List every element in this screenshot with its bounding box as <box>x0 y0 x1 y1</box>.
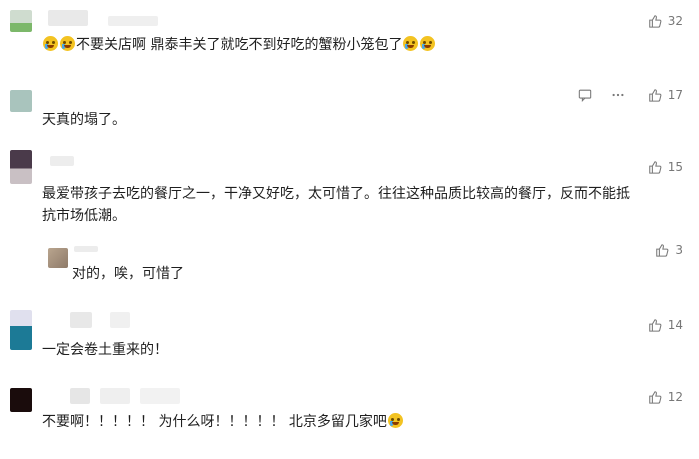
more-icon[interactable] <box>611 88 625 102</box>
username[interactable] <box>70 388 90 404</box>
avatar[interactable] <box>10 10 32 32</box>
username-extra <box>110 312 130 328</box>
thumbs-up-icon <box>648 89 662 102</box>
username-extra <box>140 388 180 404</box>
like-button[interactable]: 17 <box>648 88 683 102</box>
like-button[interactable]: 3 <box>655 243 683 257</box>
thumbs-up-icon <box>648 391 662 404</box>
avatar[interactable] <box>10 90 32 112</box>
username-extra <box>108 16 158 26</box>
like-count: 17 <box>667 88 683 102</box>
like-button[interactable]: 32 <box>648 14 683 28</box>
like-count: 32 <box>667 14 683 28</box>
like-count: 14 <box>667 318 683 332</box>
thumbs-up-icon <box>648 15 662 28</box>
like-button[interactable]: 15 <box>648 160 683 174</box>
comment-text: 一定会卷土重来的！ <box>42 342 168 358</box>
avatar[interactable] <box>10 388 32 412</box>
like-button[interactable]: 12 <box>648 390 683 404</box>
comment-text-line-1: 最爱带孩子去吃的餐厅之一，干净又好吃，太可惜了。往往这种品质比较高的餐厅，反而不… <box>42 186 630 202</box>
thumbs-up-icon <box>648 319 662 332</box>
reply-icon[interactable] <box>578 88 592 102</box>
thumbs-up-icon <box>656 244 669 257</box>
avatar[interactable] <box>10 150 32 184</box>
username[interactable] <box>50 156 74 166</box>
username-extra <box>100 388 130 404</box>
username[interactable] <box>70 312 92 328</box>
comment-text: 不要啊！！！！！ 为什么呀！！！！！ 北京多留几家吧 <box>42 412 404 433</box>
crying-face-icon <box>387 413 403 428</box>
thumbs-up-icon <box>648 161 662 174</box>
like-button[interactable]: 14 <box>648 318 683 332</box>
comment-text: 天真的塌了。 <box>42 112 126 128</box>
avatar[interactable] <box>48 248 68 268</box>
crying-face-icon <box>420 36 436 51</box>
username[interactable] <box>48 10 88 26</box>
avatar[interactable] <box>10 310 32 350</box>
like-count: 3 <box>675 243 683 257</box>
like-count: 15 <box>667 160 683 174</box>
crying-face-icon <box>403 36 419 51</box>
like-count: 12 <box>667 390 683 404</box>
crying-face-icon <box>60 36 75 51</box>
username[interactable] <box>74 246 98 252</box>
crying-face-icon <box>43 36 58 51</box>
comment-text: 不要关店啊 鼎泰丰关了就吃不到好吃的蟹粉小笼包了 <box>42 35 436 56</box>
comment-text-line-2: 抗市场低潮。 <box>42 208 126 224</box>
comment-text: 对的，唉，可惜了 <box>72 266 184 282</box>
